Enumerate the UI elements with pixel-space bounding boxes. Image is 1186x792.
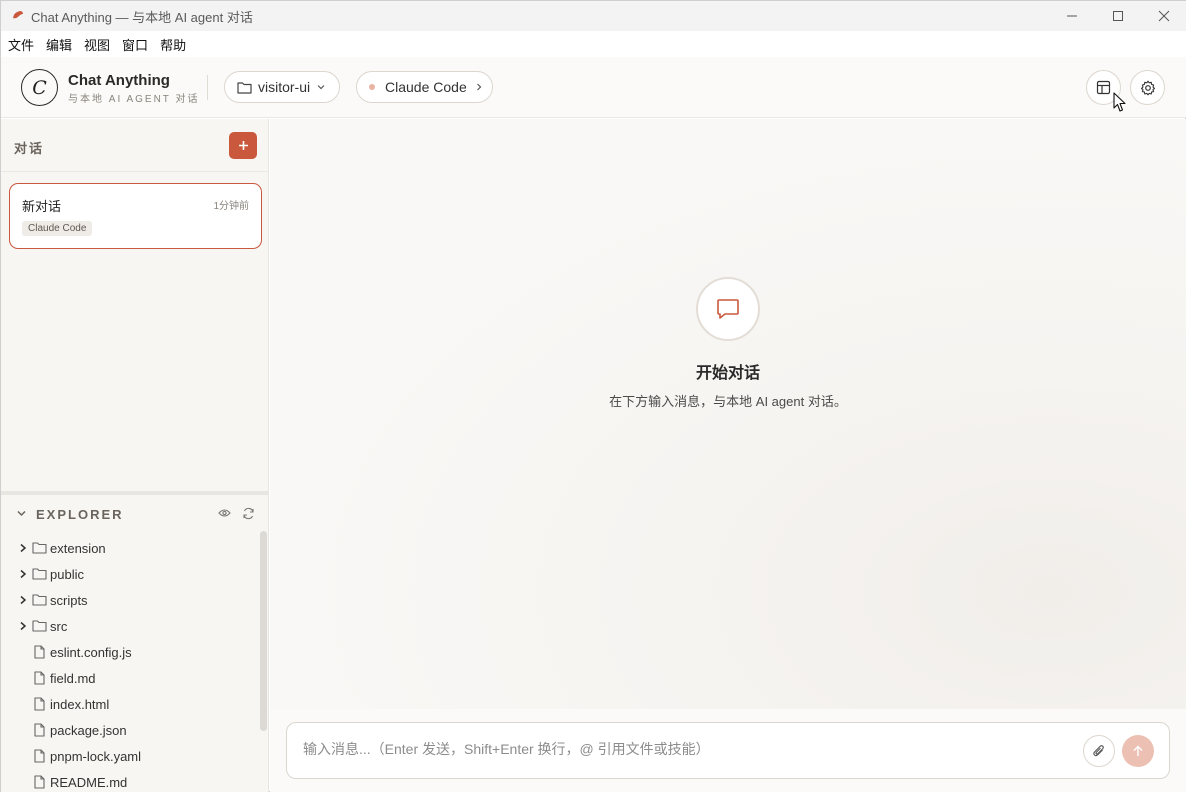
message-composer bbox=[286, 722, 1170, 779]
chat-bubble-icon bbox=[717, 299, 739, 319]
agent-selector[interactable]: Claude Code bbox=[356, 71, 493, 103]
maximize-icon bbox=[1113, 11, 1123, 21]
gear-icon bbox=[1140, 80, 1155, 95]
folder-icon bbox=[32, 594, 47, 606]
explorer-title: EXPLORER bbox=[36, 507, 124, 522]
tree-folder-item[interactable]: scripts bbox=[1, 587, 259, 613]
agent-name: Claude Code bbox=[385, 79, 467, 95]
folder-icon bbox=[32, 542, 47, 554]
tree-file-item[interactable]: field.md bbox=[1, 665, 259, 691]
tree-file-item[interactable]: eslint.config.js bbox=[1, 639, 259, 665]
conversation-sidebar: 对话 新对话 1分钟前 Claude Code bbox=[1, 119, 269, 493]
tree-file-item[interactable]: index.html bbox=[1, 691, 259, 717]
chevron-down-icon[interactable] bbox=[16, 508, 27, 519]
explorer-scrollbar[interactable] bbox=[260, 531, 267, 731]
file-explorer: EXPLORER extension public scripts src eslint… bbox=[1, 491, 269, 792]
new-conversation-button[interactable] bbox=[229, 132, 257, 159]
empty-state-subtitle: 在下方输入消息，与本地 AI agent 对话。 bbox=[609, 394, 847, 409]
header-divider bbox=[207, 75, 208, 100]
mouse-cursor-icon bbox=[1113, 92, 1126, 112]
menu-view[interactable]: 视图 bbox=[84, 35, 110, 54]
attach-button[interactable] bbox=[1083, 735, 1115, 767]
tree-item-label: extension bbox=[50, 541, 106, 556]
settings-button[interactable] bbox=[1130, 70, 1165, 105]
tree-item-label: eslint.config.js bbox=[50, 645, 132, 660]
app-logo-icon bbox=[13, 11, 23, 19]
conversation-title: 新对话 bbox=[22, 199, 62, 214]
chat-main-area: 开始对话 在下方输入消息，与本地 AI agent 对话。 bbox=[270, 119, 1186, 709]
folder-icon bbox=[237, 81, 252, 94]
tree-file-item[interactable]: package.json bbox=[1, 717, 259, 743]
composer-area bbox=[270, 709, 1186, 792]
file-icon bbox=[34, 645, 45, 659]
tree-item-label: pnpm-lock.yaml bbox=[50, 749, 142, 764]
tree-item-label: public bbox=[50, 567, 84, 582]
tree-item-label: scripts bbox=[50, 593, 88, 608]
close-icon bbox=[1158, 10, 1170, 22]
brand-subtitle: 与本地 AI AGENT 对话 bbox=[68, 94, 200, 105]
conversations-heading: 对话 bbox=[14, 141, 45, 156]
eye-icon[interactable] bbox=[218, 508, 231, 518]
chevron-down-icon bbox=[317, 85, 325, 90]
close-button[interactable] bbox=[1141, 1, 1186, 31]
plus-icon bbox=[238, 141, 248, 150]
menu-window[interactable]: 窗口 bbox=[122, 35, 148, 54]
project-selector[interactable]: visitor-ui bbox=[224, 71, 340, 103]
tree-file-item[interactable]: pnpm-lock.yaml bbox=[1, 743, 259, 769]
file-icon bbox=[34, 723, 45, 737]
chevron-right-icon bbox=[20, 543, 27, 553]
window-title: Chat Anything — 与本地 AI agent 对话 bbox=[31, 9, 253, 25]
tree-item-label: src bbox=[50, 619, 68, 634]
paperclip-icon bbox=[1093, 745, 1104, 757]
menu-bar: 文件 编辑 视图 窗口 帮助 bbox=[1, 31, 1186, 57]
tree-folder-item[interactable]: public bbox=[1, 561, 259, 587]
tree-folder-item[interactable]: src bbox=[1, 613, 259, 639]
brand-name: Chat Anything bbox=[68, 72, 170, 89]
project-name: visitor-ui bbox=[258, 79, 311, 95]
conversation-time: 1分钟前 bbox=[213, 201, 249, 212]
empty-state-title: 开始对话 bbox=[695, 365, 760, 382]
chevron-right-icon bbox=[20, 621, 27, 631]
layout-panel-icon bbox=[1096, 80, 1111, 95]
refresh-icon[interactable] bbox=[242, 507, 255, 520]
empty-chat-badge bbox=[696, 277, 760, 341]
conversation-agent-tag: Claude Code bbox=[22, 221, 93, 236]
maximize-button[interactable] bbox=[1095, 1, 1141, 31]
tree-item-label: README.md bbox=[50, 775, 128, 790]
file-icon bbox=[34, 671, 45, 685]
menu-edit[interactable]: 编辑 bbox=[46, 35, 72, 54]
chevron-right-icon bbox=[476, 83, 482, 91]
arrow-up-icon bbox=[1133, 745, 1143, 756]
sidebar-divider bbox=[1, 171, 268, 172]
minimize-icon bbox=[1067, 15, 1077, 17]
tree-item-label: package.json bbox=[50, 723, 127, 738]
folder-icon bbox=[32, 568, 47, 580]
minimize-button[interactable] bbox=[1049, 1, 1095, 31]
chevron-right-icon bbox=[20, 569, 27, 579]
tree-item-label: index.html bbox=[50, 697, 110, 712]
tree-item-label: field.md bbox=[50, 671, 96, 686]
send-button[interactable] bbox=[1122, 735, 1154, 767]
file-icon bbox=[34, 775, 45, 789]
tree-file-item[interactable]: README.md bbox=[1, 769, 259, 792]
file-icon bbox=[34, 697, 45, 711]
brand-logo: C bbox=[21, 69, 58, 106]
folder-icon bbox=[32, 620, 47, 632]
app-header: C Chat Anything 与本地 AI AGENT 对话 visitor-… bbox=[1, 57, 1186, 118]
menu-help[interactable]: 帮助 bbox=[160, 35, 186, 54]
tree-folder-item[interactable]: extension bbox=[1, 535, 259, 561]
title-bar: Chat Anything — 与本地 AI agent 对话 bbox=[1, 1, 1186, 31]
file-icon bbox=[34, 749, 45, 763]
menu-file[interactable]: 文件 bbox=[8, 35, 34, 54]
explorer-header: EXPLORER bbox=[1, 495, 269, 529]
agent-status-dot bbox=[369, 84, 375, 90]
chevron-right-icon bbox=[20, 595, 27, 605]
conversation-item[interactable]: 新对话 1分钟前 Claude Code bbox=[9, 183, 262, 249]
message-input[interactable] bbox=[303, 741, 1073, 757]
